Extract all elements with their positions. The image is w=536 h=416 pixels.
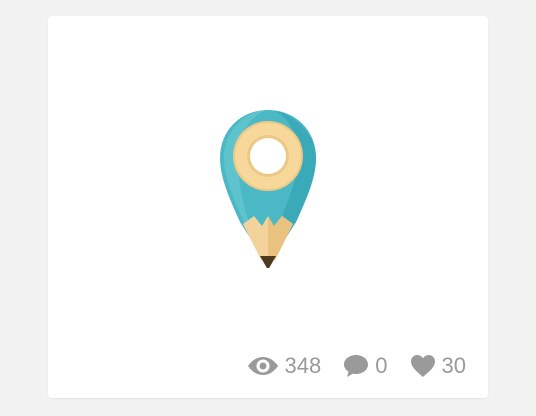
map-pin-pencil-icon[interactable] [218,108,318,270]
views-stat[interactable]: 348 [247,352,322,380]
comments-count: 0 [375,353,388,378]
likes-stat[interactable]: 30 [410,352,466,380]
speech-bubble-icon [343,354,369,378]
comments-stat[interactable]: 0 [343,352,388,380]
eye-icon [247,355,279,377]
likes-count: 30 [441,353,466,378]
views-count: 348 [284,353,322,378]
shot-card[interactable]: 348 0 30 [48,16,488,398]
shot-stats: 348 0 30 [247,352,466,380]
heart-icon [410,354,436,378]
